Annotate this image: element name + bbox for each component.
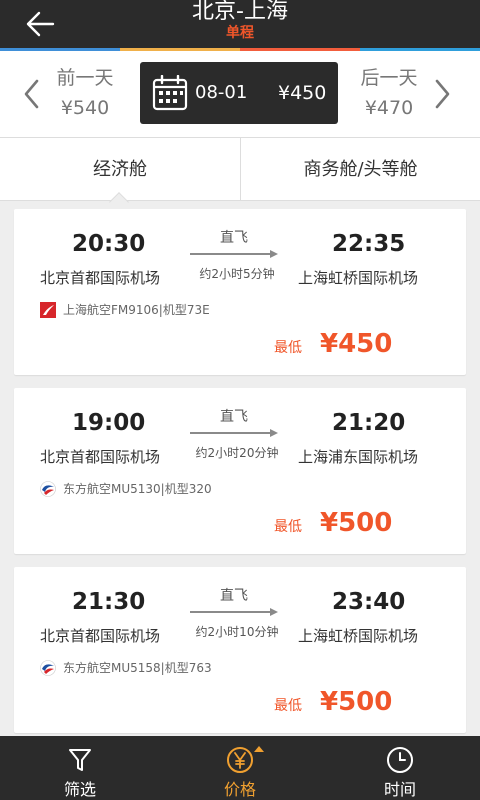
airline-info: 东方航空MU5158|机型763 [40,659,212,677]
flight-card[interactable]: 20:30 直飞 22:35 北京首都国际机场 约2小时5分钟 上海虹桥国际机场… [14,209,466,375]
chevron-right-icon [435,79,450,109]
trip-type-label: 单程 [226,25,254,41]
china-eastern-logo-icon [40,660,56,676]
airline-info: 上海航空FM9106|机型73E [40,301,210,319]
sort-ascending-icon [254,746,264,752]
filter-icon [69,749,91,771]
flight-card[interactable]: 21:30 直飞 23:40 北京首都国际机场 约2小时10分钟 上海虹桥国际机… [14,567,466,733]
lowest-price: ¥500 [320,508,393,538]
next-day-button[interactable]: 后一天 ¥470 [344,63,434,123]
filter-button[interactable]: 筛选 [0,736,160,800]
departure-airport: 北京首都国际机场 [40,627,161,645]
arrival-time: 23:40 [332,589,406,615]
next-day-price: ¥470 [364,97,414,119]
departure-airport: 北京首都国际机场 [40,448,161,466]
lowest-price-label: 最低 [274,519,302,535]
route-arrow-icon [190,429,278,437]
route-title: 北京-上海 [192,0,288,24]
date-selector: 前一天 ¥540 08-01 ¥450 后一天 ¥470 [0,51,480,137]
cabin-tabs: 经济舱 商务舱/头等舱 [0,137,480,201]
shanghai-airlines-logo-icon [40,302,56,318]
airline-info: 东方航空MU5130|机型320 [40,480,212,498]
route-arrow-icon [190,608,278,616]
calendar-icon [152,75,188,111]
arrival-airport: 上海虹桥国际机场 [298,269,419,287]
arrival-airport: 上海虹桥国际机场 [298,627,419,645]
time-sort-label: 时间 [383,780,416,799]
lowest-price: ¥450 [320,329,393,359]
flight-duration: 约2小时10分钟 [195,625,279,639]
china-eastern-logo-icon [40,481,56,497]
flight-duration: 约2小时20分钟 [195,446,279,460]
lowest-price: ¥500 [320,687,393,717]
selected-date-price: ¥450 [278,82,327,104]
direct-flight-label: 直飞 [220,409,248,425]
airline-flight-number: 东方航空MU5130|机型320 [63,482,212,496]
next-day-label: 后一天 [360,67,418,89]
tab-business-first[interactable]: 商务舱/头等舱 [240,138,480,201]
arrival-airport: 上海浦东国际机场 [298,448,419,466]
app-header: 北京-上海 单程 [0,0,480,48]
airline-flight-number: 东方航空MU5158|机型763 [63,661,212,675]
departure-time: 20:30 [72,231,146,257]
flight-card[interactable]: 19:00 直飞 21:20 北京首都国际机场 约2小时20分钟 上海浦东国际机… [14,388,466,554]
arrival-time: 21:20 [332,410,406,436]
departure-time: 19:00 [72,410,146,436]
direct-flight-label: 直飞 [220,588,248,604]
departure-airport: 北京首都国际机场 [40,269,161,287]
arrival-time: 22:35 [332,231,406,257]
airline-flight-number: 上海航空FM9106|机型73E [63,303,210,317]
sort-by-time-button[interactable]: 时间 [320,736,480,800]
direct-flight-label: 直飞 [220,230,248,246]
yen-icon [227,747,253,773]
prev-day-label: 前一天 [56,67,114,89]
price-sort-label: 价格 [223,780,256,799]
prev-day-price: ¥540 [60,97,110,119]
lowest-price-label: 最低 [274,340,302,356]
next-day-arrow[interactable] [430,76,454,112]
clock-icon [387,747,413,773]
prev-day-button[interactable]: 前一天 ¥540 [40,63,130,123]
flight-duration: 约2小时5分钟 [199,267,275,281]
lowest-price-label: 最低 [274,698,302,714]
route-arrow-icon [190,250,278,258]
selected-date: 08-01 [195,82,248,103]
tab-economy[interactable]: 经济舱 [0,138,240,201]
sort-by-price-button[interactable]: 价格 [160,736,320,800]
filter-label: 筛选 [63,780,96,799]
departure-time: 21:30 [72,589,146,615]
bottom-nav: 筛选 价格 时间 [0,736,480,800]
selected-date-button[interactable]: 08-01 ¥450 [140,62,338,124]
